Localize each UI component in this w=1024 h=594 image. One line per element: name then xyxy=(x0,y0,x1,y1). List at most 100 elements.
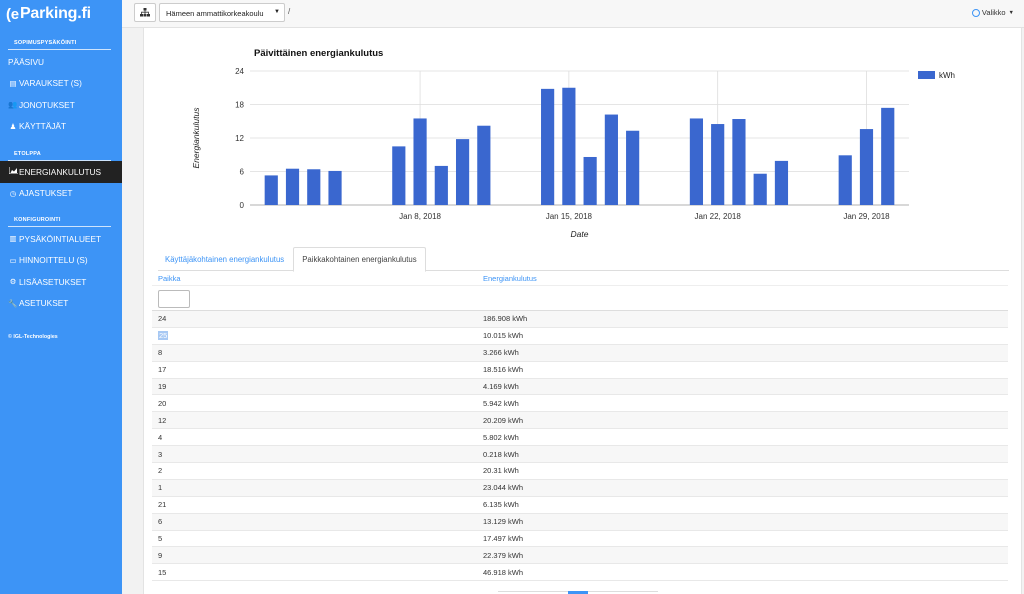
sidebar-item-energiankulutus[interactable]: ENERGIANKULUTUS xyxy=(0,161,122,183)
chart-bar xyxy=(583,156,597,205)
place-value: 5 xyxy=(158,534,163,544)
place-filter-input[interactable] xyxy=(158,290,190,308)
sidebar-item-label: ASETUKSET xyxy=(19,298,69,309)
sidebar-item-pysakointialueet[interactable]: ▥ PYSÄKÖINTIALUEET xyxy=(0,228,122,250)
chart-bar xyxy=(604,114,618,205)
sidebar-item-kayttajat[interactable]: ♟ KÄYTTÄJÄT xyxy=(0,116,122,138)
chart-bar xyxy=(307,169,321,205)
table-row[interactable]: 1 23.044 kWh xyxy=(152,479,1008,497)
chart-x-tick-label: Jan 8, 2018 xyxy=(399,212,441,221)
cell-energy: 20.31 kWh xyxy=(483,466,519,476)
area-chart-icon xyxy=(8,167,18,176)
chart-y-tick-label: 12 xyxy=(235,134,244,143)
cell-energy: 46.918 kWh xyxy=(483,567,524,577)
energy-chart: Päivittäinen energiankulutus Energiankul… xyxy=(191,48,955,239)
sidebar-item-hinnoittelu[interactable]: ▭ HINNOITTELU (S) xyxy=(0,250,122,272)
cell-place: 6 xyxy=(152,517,483,526)
cell-place: 21 xyxy=(152,500,483,509)
chart-y-tick-label: 24 xyxy=(235,67,244,76)
sidebar-item-lisaasetukset[interactable]: ⚙ LISÄASETUKSET xyxy=(0,271,122,293)
tab-user-energy[interactable]: Käyttäjäkohtainen energiankulutus xyxy=(158,247,291,271)
table-row[interactable]: 9 22.379 kWh xyxy=(152,547,1008,565)
table-row[interactable]: 5 17.497 kWh xyxy=(152,531,1008,548)
section-title-etolppa: ETOLPPA xyxy=(8,151,111,161)
chart-bar xyxy=(774,160,789,205)
table-row[interactable]: 6 13.129 kWh xyxy=(152,513,1008,531)
chart-x-tick-label: Jan 29, 2018 xyxy=(843,212,890,221)
column-header-paikka[interactable]: Paikka xyxy=(152,274,483,283)
table-row[interactable]: 2 20.31 kWh xyxy=(152,463,1008,480)
table-row[interactable]: 20 5.942 kWh xyxy=(152,395,1008,413)
copyright: © IGL-Technologies xyxy=(8,334,58,340)
cell-place: 24 xyxy=(152,314,483,323)
sidebar-item-asetukset[interactable]: 🔧 ASETUKSET xyxy=(0,293,122,315)
sidebar-item-label: KÄYTTÄJÄT xyxy=(19,121,67,132)
menu-label: Valikko xyxy=(981,8,1006,17)
cell-energy: 0.218 kWh xyxy=(483,449,519,459)
sidebar-item-label: AJASTUKSET xyxy=(19,188,73,199)
sitemap-button[interactable] xyxy=(134,3,156,22)
sidebar-item-label: PÄÄSIVU xyxy=(8,56,44,67)
place-value: 8 xyxy=(158,348,163,358)
table-row[interactable]: 19 4.169 kWh xyxy=(152,378,1008,396)
sidebar-item-label: ENERGIANKULUTUS xyxy=(19,166,102,177)
chart-y-tick-label: 6 xyxy=(240,168,245,177)
tab-place-energy[interactable]: Paikkakohtainen energiankulutus xyxy=(293,247,426,272)
place-value: 4 xyxy=(158,432,163,442)
table-row[interactable]: 4 5.802 kWh xyxy=(152,429,1008,447)
cell-place: 17 xyxy=(152,365,483,374)
chart-bar xyxy=(711,124,725,205)
section-title-sopimuspysakointi: SOPIMUSPYSÄKÖINTI xyxy=(8,40,111,50)
table-row[interactable]: 8 3.266 kWh xyxy=(152,344,1008,362)
site-select[interactable]: Hämeen ammattikorkeakoulu ▼ xyxy=(159,3,285,22)
chart-bar xyxy=(838,155,852,205)
logo-mark: (e xyxy=(6,5,19,23)
cell-place: 19 xyxy=(152,382,483,391)
chart-bar xyxy=(732,119,746,205)
menu-button[interactable]: Valikko ▼ xyxy=(971,8,1014,17)
place-value: 1 xyxy=(158,483,163,493)
sidebar-item-ajastukset[interactable]: ◷ AJASTUKSET xyxy=(0,183,122,205)
sidebar-item-paasivu[interactable]: PÄÄSIVU xyxy=(0,51,122,73)
cell-energy: 10.015 kWh xyxy=(483,331,524,341)
table-row[interactable]: 21 6.135 kWh xyxy=(152,497,1008,514)
cell-place: 12 xyxy=(152,416,483,425)
cell-energy: 22.379 kWh xyxy=(483,550,524,560)
site-select-value: Hämeen ammattikorkeakoulu xyxy=(166,9,264,18)
chart-bar xyxy=(859,129,874,205)
tab-bar: Käyttäjäkohtainen energiankulutus Paikka… xyxy=(158,247,1009,272)
table-row[interactable]: 17 18.516 kWh xyxy=(152,362,1008,379)
logo-text: Parking.fi xyxy=(19,5,91,22)
place-value: 6 xyxy=(158,517,163,527)
sidebar-item-label: LISÄASETUKSET xyxy=(19,276,87,287)
table-header: Paikka Energiankulutus xyxy=(152,271,1008,286)
cell-place: 15 xyxy=(152,568,483,577)
cell-place: 2 xyxy=(152,466,483,475)
table-row[interactable]: 25 10.015 kWh xyxy=(152,328,1008,345)
sidebar-item-jonotukset[interactable]: 👥 JONOTUKSET xyxy=(0,94,122,116)
sidebar-item-varaukset[interactable]: ▤ VARAUKSET (S) xyxy=(0,73,122,95)
chart-bar xyxy=(562,87,576,205)
app-logo[interactable]: (e Parking.fi xyxy=(0,0,122,28)
table-row[interactable]: 3 0.218 kWh xyxy=(152,446,1008,464)
chart-bar xyxy=(626,130,640,205)
cell-energy: 23.044 kWh xyxy=(483,483,524,493)
cell-place: 1 xyxy=(152,483,483,492)
table-row[interactable]: 12 20.209 kWh xyxy=(152,412,1008,430)
table-row[interactable]: 24 186.908 kWh xyxy=(152,311,1008,328)
cell-place: 9 xyxy=(152,551,483,560)
cell-place: 5 xyxy=(152,534,483,543)
place-value: 12 xyxy=(158,415,167,425)
chart-y-axis-label: Energiankulutus xyxy=(191,107,201,169)
sidebar-item-label: JONOTUKSET xyxy=(19,99,75,110)
chart-y-tick-label: 18 xyxy=(235,101,244,110)
column-header-energiankulutus[interactable]: Energiankulutus xyxy=(483,274,1008,283)
cell-energy: 17.497 kWh xyxy=(483,534,524,544)
cell-energy: 5.802 kWh xyxy=(483,432,519,442)
map-icon: ▥ xyxy=(9,234,17,244)
chart-bar xyxy=(753,173,767,205)
table-row[interactable]: 15 46.918 kWh xyxy=(152,564,1008,582)
caret-down-icon: ▼ xyxy=(1008,9,1014,16)
users-icon: 👥 xyxy=(8,100,18,110)
cell-energy: 18.516 kWh xyxy=(483,365,524,375)
